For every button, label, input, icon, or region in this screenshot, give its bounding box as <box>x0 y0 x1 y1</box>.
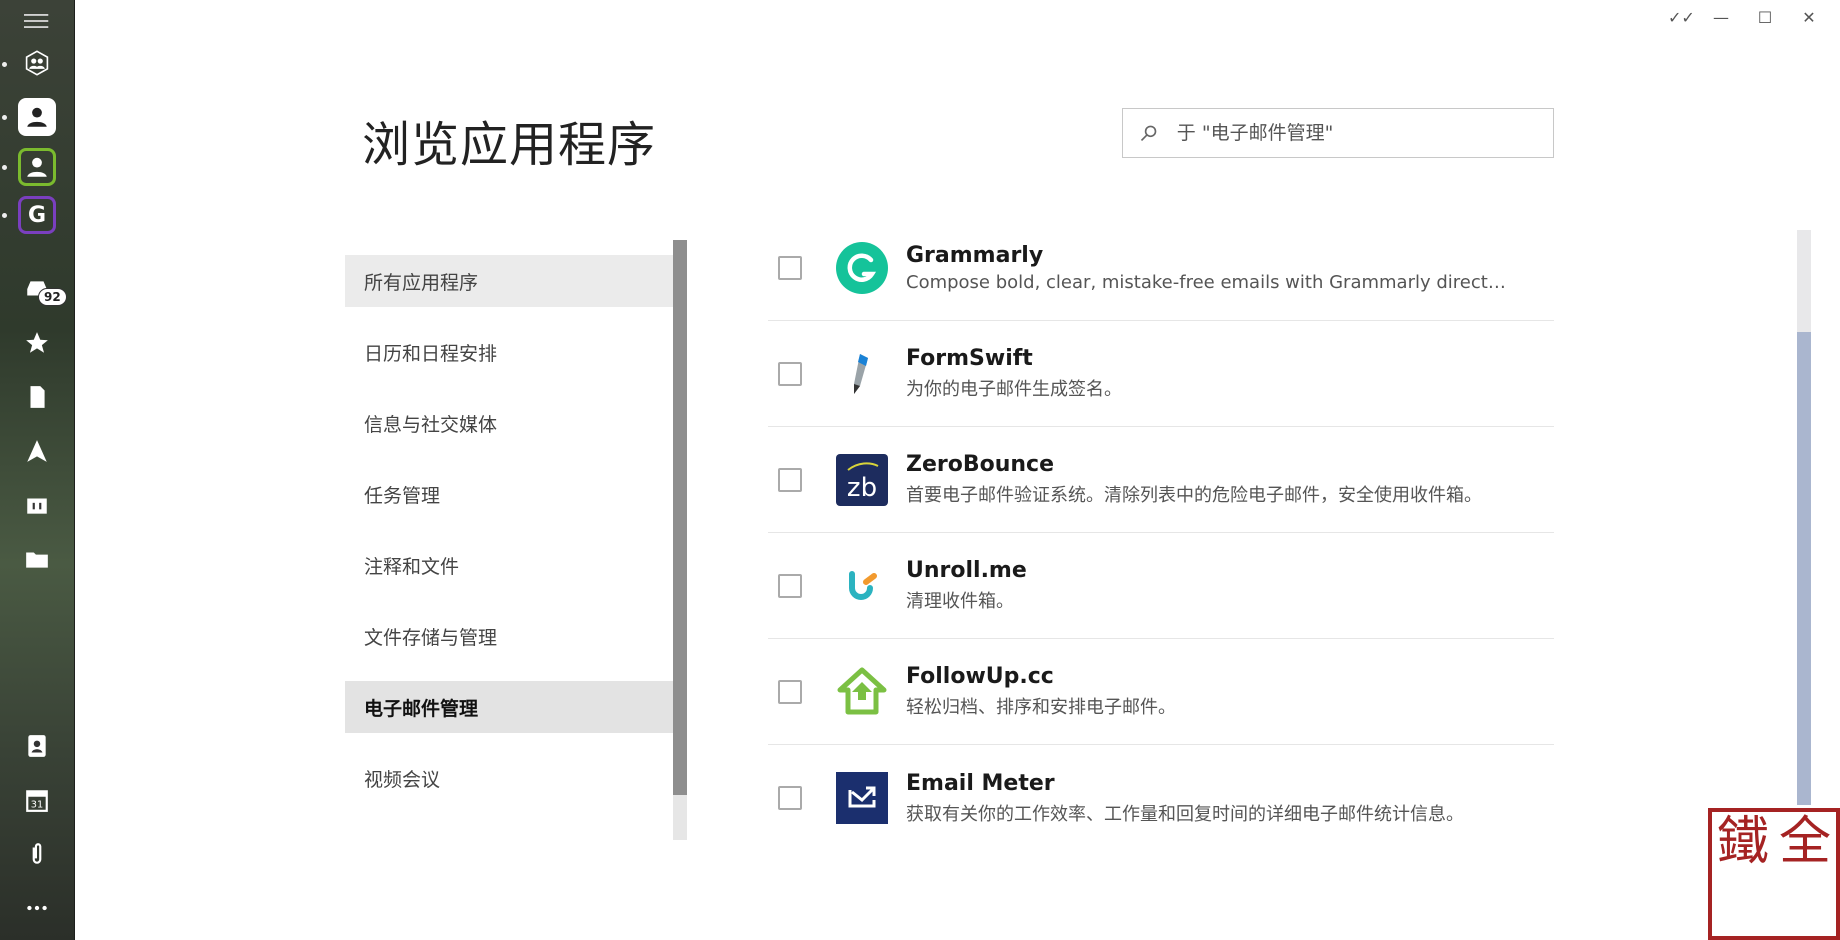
mark-all-read-icon[interactable]: ✓✓ <box>1668 8 1695 27</box>
minimize-icon[interactable]: — <box>1712 8 1730 27</box>
category-tasks[interactable]: 任务管理 <box>345 468 687 520</box>
folder-open-icon[interactable] <box>18 540 56 578</box>
app-row-grammarly[interactable]: Grammarly Compose bold, clear, mistake-f… <box>768 215 1554 321</box>
app-row-zerobounce[interactable]: zb ZeroBounce 首要电子邮件验证系统。清除列表中的危险电子邮件，安全… <box>768 427 1554 533</box>
app-row-formswift[interactable]: FormSwift 为你的电子邮件生成签名。 <box>768 321 1554 427</box>
account-rail: G 92 31 <box>0 0 75 940</box>
app-name: Grammarly <box>906 242 1044 268</box>
app-name: Unroll.me <box>906 558 1027 583</box>
attachment-icon[interactable] <box>18 835 56 873</box>
category-scrollbar-thumb[interactable] <box>673 240 687 795</box>
menu-icon[interactable] <box>22 8 52 34</box>
app-name: Email Meter <box>906 770 1055 796</box>
app-description: Compose bold, clear, mistake-free emails… <box>906 271 1506 293</box>
calendar-icon[interactable]: 31 <box>18 781 56 819</box>
app-description: 获取有关你的工作效率、工作量和回复时间的详细电子邮件统计信息。 <box>906 803 1464 825</box>
app-checkbox[interactable] <box>778 467 802 492</box>
contacts-icon[interactable] <box>18 727 56 765</box>
app-checkbox[interactable] <box>778 679 802 704</box>
emailmeter-logo-icon <box>836 772 888 824</box>
app-name: FormSwift <box>906 346 1033 371</box>
app-description: 轻松归档、排序和安排电子邮件。 <box>906 697 1176 718</box>
unread-badge: 92 <box>38 288 67 306</box>
seal-stamp: 鐵 全 <box>1708 808 1840 940</box>
rail-indicator <box>2 165 7 170</box>
star-icon[interactable] <box>18 324 56 362</box>
app-list: Grammarly Compose bold, clear, mistake-f… <box>768 215 1554 851</box>
category-all-apps[interactable]: 所有应用程序 <box>345 255 687 307</box>
category-email-management[interactable]: 电子邮件管理 <box>345 681 687 733</box>
app-row-followup[interactable]: FollowUp.cc 轻松归档、排序和安排电子邮件。 <box>768 639 1554 745</box>
page-title: 浏览应用程序 <box>362 117 657 173</box>
rail-indicator <box>2 115 7 120</box>
account-g-icon[interactable]: G <box>18 196 56 234</box>
app-description: 首要电子邮件验证系统。清除列表中的危险电子邮件，安全使用收件箱。 <box>906 485 1482 506</box>
app-checkbox[interactable] <box>778 786 802 810</box>
app-description: 清理收件箱。 <box>906 591 1014 612</box>
group-accounts-icon[interactable] <box>18 44 56 82</box>
category-calendar[interactable]: 日历和日程安排 <box>345 326 687 378</box>
search-icon <box>1140 125 1157 142</box>
app-name: FollowUp.cc <box>906 664 1054 689</box>
svg-text:31: 31 <box>31 800 43 811</box>
close-icon[interactable]: ✕ <box>1800 8 1818 27</box>
window-controls: ✓✓ — ☐ ✕ <box>1668 8 1818 27</box>
app-checkbox[interactable] <box>778 361 802 386</box>
app-checkbox[interactable] <box>778 255 802 280</box>
rail-indicator <box>2 213 7 218</box>
formswift-pen-icon <box>836 348 888 400</box>
seal-char <box>1712 874 1774 936</box>
seal-char <box>1774 874 1836 936</box>
zerobounce-logo-icon: zb <box>836 453 888 506</box>
more-icon[interactable] <box>18 889 56 927</box>
app-name: ZeroBounce <box>906 452 1055 477</box>
category-list: 所有应用程序 日历和日程安排 信息与社交媒体 任务管理 注释和文件 文件存储与管… <box>345 255 687 823</box>
category-messaging[interactable]: 信息与社交媒体 <box>345 397 687 449</box>
followup-logo-icon <box>836 666 888 718</box>
category-video-conference[interactable]: 视频会议 <box>345 752 687 804</box>
app-checkbox[interactable] <box>778 573 802 598</box>
search-input[interactable] <box>1176 122 1553 144</box>
app-row-emailmeter[interactable]: Email Meter 获取有关你的工作效率、工作量和回复时间的详细电子邮件统计… <box>768 745 1554 851</box>
grammarly-logo-icon <box>836 241 888 294</box>
app-row-unrollme[interactable]: Unroll.me 清理收件箱。 <box>768 533 1554 639</box>
seal-char: 鐵 <box>1716 812 1769 872</box>
maximize-icon[interactable]: ☐ <box>1756 8 1774 27</box>
app-list-scrollbar-thumb[interactable] <box>1797 332 1811 805</box>
rail-indicator <box>2 62 7 67</box>
category-file-storage[interactable]: 文件存储与管理 <box>345 610 687 662</box>
search-box[interactable] <box>1122 108 1554 158</box>
account-user-icon[interactable] <box>18 148 56 186</box>
app-description: 为你的电子邮件生成签名。 <box>906 379 1122 400</box>
zerobounce-logo-text: zb <box>847 473 877 503</box>
account-active-icon[interactable] <box>18 98 56 136</box>
archive-icon[interactable] <box>18 486 56 524</box>
seal-char: 全 <box>1778 812 1831 872</box>
category-notes[interactable]: 注释和文件 <box>345 539 687 591</box>
drafts-icon[interactable] <box>18 378 56 416</box>
sent-icon[interactable] <box>18 432 56 470</box>
unrollme-logo-icon <box>836 560 888 612</box>
